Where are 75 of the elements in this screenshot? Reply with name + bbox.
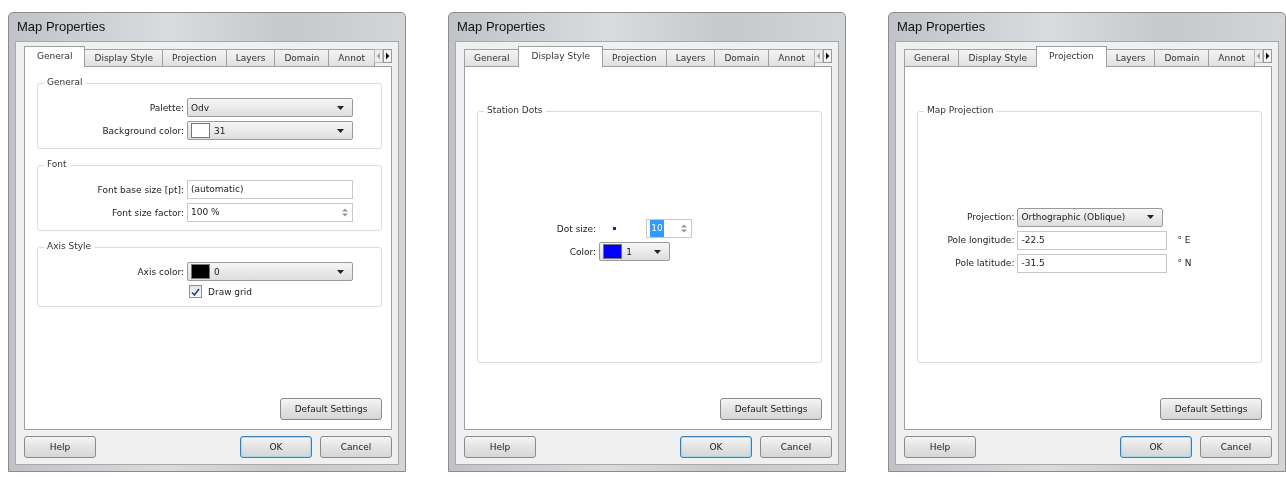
tab[interactable]: General <box>904 49 960 66</box>
field-label: Dot size: <box>556 223 597 234</box>
help-button[interactable]: Help <box>464 436 536 458</box>
field-label: Background color: <box>102 125 184 136</box>
group-title: General <box>44 77 86 87</box>
window-title: Map Properties <box>456 19 546 35</box>
dropdown[interactable]: 0 <box>187 262 353 281</box>
scroll-right-icon <box>823 49 832 63</box>
tab[interactable]: Layers <box>665 49 716 66</box>
scroll-left-icon <box>814 49 823 63</box>
tab[interactable]: Domain <box>274 49 330 66</box>
cancel-button[interactable]: Cancel <box>1200 436 1272 458</box>
scroll-left-icon <box>1254 49 1263 63</box>
ok-button[interactable]: OK <box>1120 436 1192 458</box>
field-label: Font base size [pt]: <box>97 184 184 195</box>
default-settings-button[interactable]: Default Settings <box>280 398 382 420</box>
field-label: Projection: <box>966 212 1015 222</box>
spin-arrows-icon <box>341 207 349 218</box>
tab[interactable]: Annot <box>328 49 375 66</box>
checkbox[interactable] <box>189 285 202 298</box>
field-label: Pole longitude: <box>947 235 1015 245</box>
group-title: Map Projection <box>924 105 997 115</box>
scroll-left-icon <box>374 49 383 63</box>
input-field[interactable]: -31.5 <box>1017 253 1168 273</box>
caret-icon <box>337 105 344 110</box>
group-title: Station Dots <box>484 105 546 115</box>
field-label: Axis color: <box>137 266 184 277</box>
tab[interactable]: Projection <box>602 49 667 66</box>
check-icon <box>191 287 200 296</box>
window-title: Map Properties <box>16 19 106 35</box>
help-button[interactable]: Help <box>904 436 976 458</box>
default-settings-button[interactable]: Default Settings <box>720 398 822 420</box>
help-button[interactable]: Help <box>24 436 96 458</box>
cancel-button[interactable]: Cancel <box>320 436 392 458</box>
scroll-right-icon <box>383 49 392 63</box>
tab[interactable]: Display Style <box>84 49 164 66</box>
window-title: Map Properties <box>896 19 986 35</box>
default-settings-button[interactable]: Default Settings <box>1160 398 1262 420</box>
tab[interactable]: Display Style <box>518 46 604 67</box>
caret-icon <box>1147 215 1155 219</box>
spin-arrows-icon <box>680 223 689 234</box>
field-label: Font size factor: <box>112 207 184 218</box>
field-label: Pole latitude: <box>955 258 1015 268</box>
tab[interactable]: General <box>464 49 520 66</box>
tab[interactable]: Annot <box>1208 49 1255 66</box>
tab[interactable]: Domain <box>1154 49 1210 66</box>
ok-button[interactable]: OK <box>680 436 752 458</box>
tab[interactable]: Layers <box>225 49 276 66</box>
spin-box[interactable]: 100 % <box>187 203 353 222</box>
checkbox-label: Draw grid <box>208 286 252 297</box>
scroll-right-icon <box>1263 49 1272 63</box>
unit-label: ° N <box>1177 258 1192 268</box>
input-field[interactable]: -22.5 <box>1017 230 1168 250</box>
group-title: Axis Style <box>44 241 95 251</box>
caret-icon <box>337 269 344 274</box>
tab[interactable]: Projection <box>162 49 227 66</box>
input-field[interactable]: (automatic) <box>187 180 353 199</box>
tab[interactable]: Projection <box>1036 46 1107 67</box>
cancel-button[interactable]: Cancel <box>760 436 832 458</box>
dropdown[interactable]: Orthographic (Oblique) <box>1017 207 1164 227</box>
unit-label: ° E <box>1177 235 1191 245</box>
caret-icon <box>337 128 344 133</box>
tab[interactable]: Layers <box>1105 49 1156 66</box>
field-label: Palette: <box>149 102 184 113</box>
tab[interactable]: Display Style <box>958 49 1038 66</box>
dropdown[interactable]: Odv <box>187 98 353 117</box>
caret-icon <box>653 249 661 254</box>
tab[interactable]: Annot <box>768 49 815 66</box>
dropdown[interactable]: 1 <box>599 242 670 261</box>
group-title: Font <box>44 159 70 169</box>
ok-button[interactable]: OK <box>240 436 312 458</box>
tab[interactable]: Domain <box>714 49 770 66</box>
tab[interactable]: General <box>24 46 86 67</box>
dropdown[interactable]: 31 <box>187 121 353 140</box>
field-label: Color: <box>569 246 597 257</box>
